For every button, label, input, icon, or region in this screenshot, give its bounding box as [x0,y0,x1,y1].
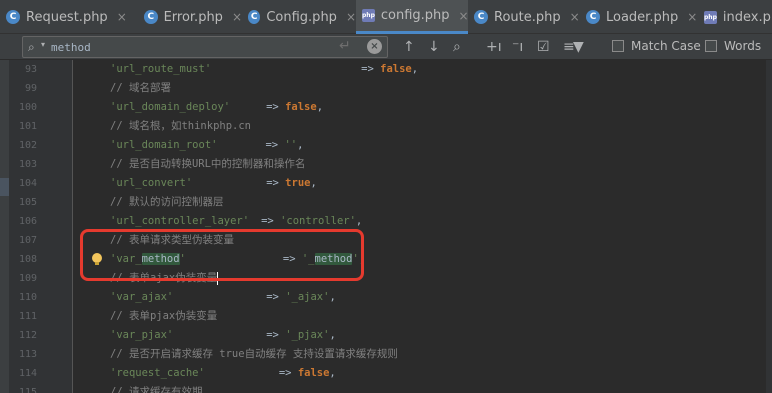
words-label: Words [724,39,762,53]
tab-label: Config.php [266,9,337,25]
code-line: 104 'url_convert' => true, [0,174,772,193]
tab-label: Route.php [494,9,561,25]
remove-occurrence-icon[interactable]: ⁻ı [512,38,523,56]
close-icon[interactable]: × [346,10,356,24]
line-number: 114 [18,368,37,379]
code-line: 105 // 默认的访问控制器层 [0,193,772,212]
code-line: 93 'url_route_must' => false, [0,60,772,79]
tab-error-php[interactable]: C Error.php × [138,0,242,34]
search-icon[interactable]: ⌕ [28,40,35,55]
line-number: 107 [18,235,37,246]
php-class-icon: C [6,10,20,24]
php-class-icon: C [474,10,488,24]
line-number: 102 [18,140,37,151]
annotation-highlight-box [80,229,364,281]
code-line: 110 'var_ajax' => '_ajax', [0,288,772,307]
code-line: 112 'var_pjax' => '_pjax', [0,326,772,345]
new-line-icon[interactable]: ↵ [339,38,351,54]
tab-label: Error.php [163,9,223,25]
code-line: 111 // 表单pjax伪装变量 [0,307,772,326]
close-icon[interactable]: × [570,10,580,24]
line-number: 115 [18,387,37,393]
code-text: 'url_domain_deploy' => false, [110,101,324,113]
code-text: 'url_route_must' => false, [110,63,419,75]
code-text: 'url_convert' => true, [110,177,317,189]
select-all-occurrences-icon[interactable]: ☑ [537,38,550,56]
code-text: 'url_domain_root' => '', [110,139,304,151]
code-line: 114 'request_cache' => false, [0,364,772,383]
line-number: 113 [18,349,37,360]
code-comment: // 域名部署 [110,82,171,94]
find-all-icon[interactable]: ⌕ [453,38,461,56]
code-comment: // 域名根，如thinkphp.cn [110,120,252,132]
match-case-checkbox[interactable] [612,40,624,52]
editor-tab-bar: C Request.php × C Error.php × C Config.p… [0,0,772,34]
tab-config-php-class[interactable]: C Config.php × [242,0,356,34]
filter-icon[interactable]: ▼ [573,38,584,56]
code-line: 99 // 域名部署 [0,79,772,98]
code-text: 'var_pjax' => '_pjax', [110,329,336,341]
next-occurrence-icon[interactable]: ↓ [428,38,440,56]
code-text: 'var_ajax' => '_ajax', [110,291,336,303]
code-line: 101 // 域名根，如thinkphp.cn [0,117,772,136]
code-line: 100 'url_domain_deploy' => false, [0,98,772,117]
line-number: 93 [24,64,37,75]
php-file-icon: php [704,10,717,24]
close-icon[interactable]: × [117,10,127,24]
line-number: 100 [18,102,37,113]
code-comment: // 默认的访问控制器层 [110,196,224,208]
tab-loader-php[interactable]: C Loader.php × [580,0,698,34]
code-text: 'request_cache' => false, [110,367,336,379]
line-number: 104 [18,178,37,189]
line-number: 103 [18,159,37,170]
tab-label: config.php [380,8,450,23]
tab-request-php[interactable]: C Request.php × [0,0,138,34]
find-bar: ⌕ ▾ ↵ × ↑ ↓ ⌕ +ı ⁻ı ☑ ≡ ▼ Match Case Wor… [0,34,772,60]
line-number: 105 [18,197,37,208]
line-number: 112 [18,330,37,341]
previous-occurrence-icon[interactable]: ↑ [403,38,415,56]
search-history-icon[interactable]: ▾ [41,40,45,49]
add-occurrence-icon[interactable]: +ı [486,38,502,56]
php-class-icon: C [144,10,158,24]
code-comment: // 是否自动转换URL中的控制器和操作名 [110,158,306,170]
tab-config-php[interactable]: php config.php × [356,0,469,34]
code-line: 102 'url_domain_root' => '', [0,136,772,155]
line-number: 108 [18,254,37,265]
php-class-icon: C [586,10,600,24]
line-number: 101 [18,121,37,132]
line-number: 110 [18,292,37,303]
match-case-label: Match Case [631,39,701,53]
line-number: 111 [18,311,37,322]
clear-search-icon[interactable]: × [367,39,382,54]
tab-label: index.ph [722,9,772,25]
line-number: 99 [24,83,37,94]
line-number: 106 [18,216,37,227]
php-file-icon: php [362,9,375,22]
code-comment: // 请求缓存有效期 [110,386,203,393]
tab-label: Loader.php [606,9,679,25]
tab-index-php[interactable]: php index.ph [698,0,772,34]
search-input[interactable] [51,39,331,55]
code-comment: // 是否开启请求缓存 true自动缓存 支持设置请求缓存规则 [110,348,398,360]
code-line: 103 // 是否自动转换URL中的控制器和操作名 [0,155,772,174]
line-number: 109 [18,273,37,284]
php-class-icon: C [248,10,261,24]
tab-route-php[interactable]: C Route.php × [468,0,580,34]
close-icon[interactable]: × [232,10,242,24]
code-comment: // 表单pjax伪装变量 [110,310,218,322]
tab-label: Request.php [26,9,108,25]
search-field[interactable]: ⌕ ▾ ↵ × [22,36,388,58]
close-icon[interactable]: × [687,10,697,24]
words-checkbox[interactable] [705,40,717,52]
code-line: 115 // 请求缓存有效期 [0,383,772,393]
code-line: 113 // 是否开启请求缓存 true自动缓存 支持设置请求缓存规则 [0,345,772,364]
